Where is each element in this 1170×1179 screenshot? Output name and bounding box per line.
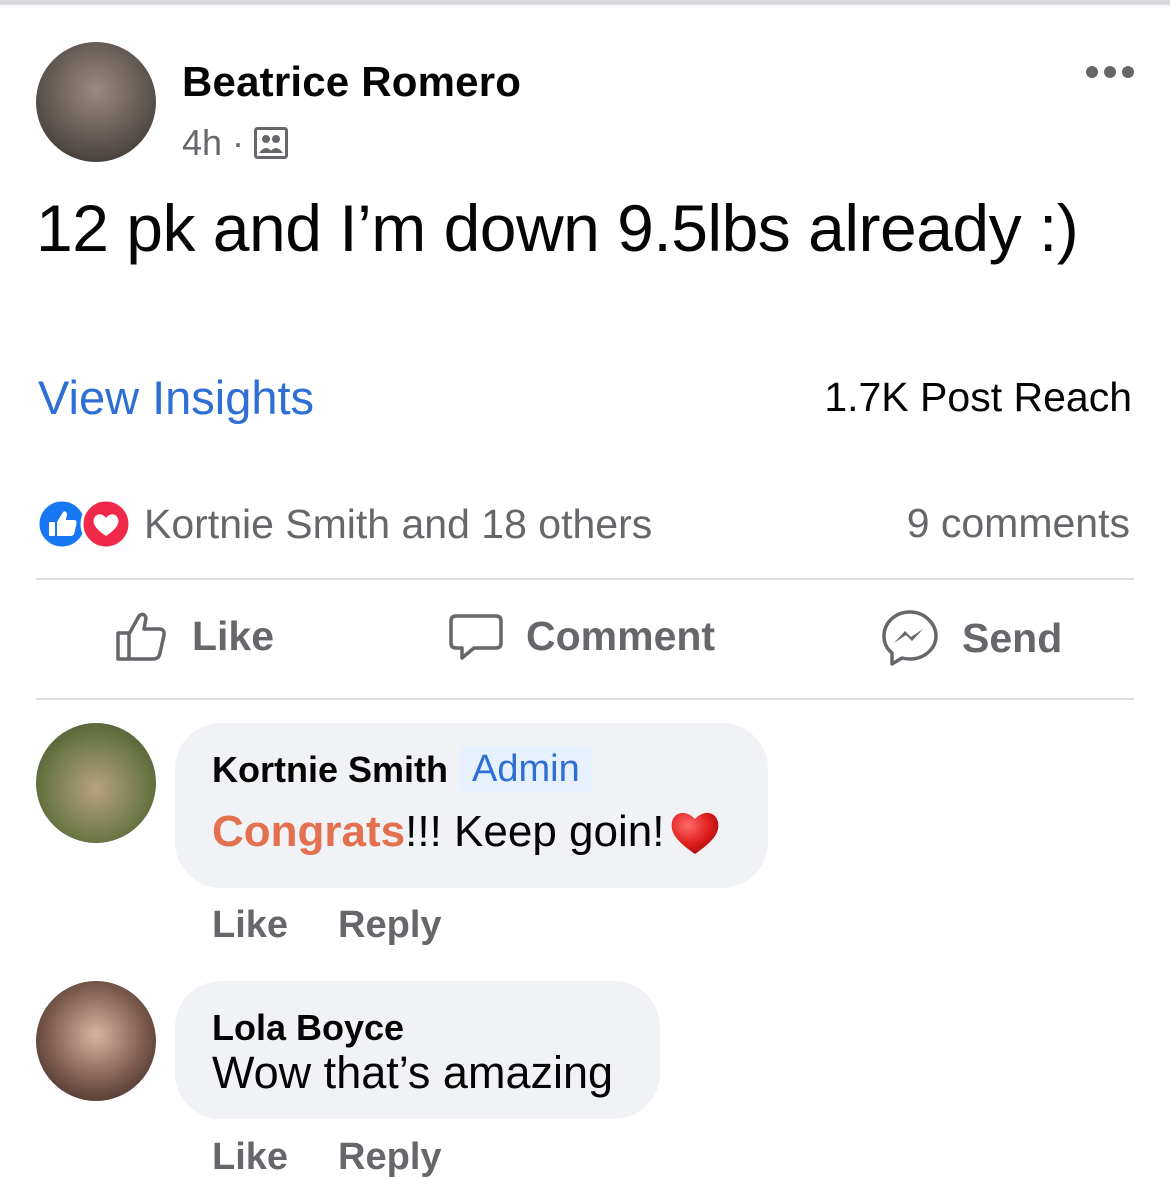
- admin-badge: Admin: [460, 746, 592, 792]
- send-label: Send: [962, 614, 1063, 661]
- comment-like-button[interactable]: Like: [212, 1136, 288, 1179]
- comment-like-button[interactable]: Like: [212, 904, 288, 947]
- meta-separator: ·: [232, 122, 245, 163]
- author-avatar[interactable]: [36, 42, 156, 162]
- messenger-icon: [882, 610, 938, 666]
- send-button[interactable]: Send: [880, 608, 1062, 668]
- comment-actions: Like Reply: [212, 904, 492, 947]
- comment-text: Congrats!!! Keep goin!: [212, 807, 722, 857]
- post-meta: 4h ·: [182, 122, 289, 164]
- author-name[interactable]: Beatrice Romero: [182, 58, 521, 106]
- comment-reply-button[interactable]: Reply: [338, 904, 441, 947]
- comment-icon: [449, 614, 503, 660]
- comment-button[interactable]: Comment: [448, 608, 715, 664]
- more-options-icon[interactable]: [1084, 60, 1136, 84]
- commenter-name[interactable]: Kortnie Smith: [212, 749, 448, 791]
- commenter-avatar[interactable]: [36, 723, 156, 843]
- comment-reply-button[interactable]: Reply: [338, 1136, 441, 1179]
- comments-count[interactable]: 9 comments: [907, 500, 1130, 547]
- comment-label: Comment: [526, 612, 716, 659]
- comment-bubble: Kortnie Smith Admin Congrats!!! Keep goi…: [175, 723, 768, 888]
- post-time[interactable]: 4h: [182, 122, 222, 164]
- like-label: Like: [192, 612, 275, 659]
- red-heart-emoji: [672, 812, 719, 854]
- comment-text: Wow that’s amazing: [212, 1047, 614, 1098]
- reactions-text[interactable]: Kortnie Smith and 18 others: [144, 501, 652, 548]
- comment-highlight-word[interactable]: Congrats: [212, 807, 405, 857]
- love-reaction-icon: [80, 498, 132, 550]
- comment-actions: Like Reply: [212, 1136, 492, 1179]
- thumbs-up-icon: [116, 612, 166, 661]
- divider: [36, 578, 1134, 580]
- post-text: 12 pk and I’m down 9.5lbs already :): [36, 191, 1079, 265]
- like-button[interactable]: Like: [114, 608, 274, 664]
- reactions-summary[interactable]: Kortnie Smith and 18 others: [36, 498, 652, 550]
- group-audience-icon: [254, 127, 289, 159]
- commenter-avatar[interactable]: [36, 981, 156, 1101]
- divider: [36, 698, 1134, 700]
- top-rule: [0, 0, 1170, 5]
- comment-bubble: Lola Boyce Wow that’s amazing: [175, 981, 660, 1119]
- view-insights-link[interactable]: View Insights: [38, 370, 314, 425]
- post-reach: 1.7K Post Reach: [824, 374, 1132, 420]
- comment-text-rest: !!! Keep goin!: [405, 807, 665, 856]
- commenter-name[interactable]: Lola Boyce: [212, 1007, 404, 1049]
